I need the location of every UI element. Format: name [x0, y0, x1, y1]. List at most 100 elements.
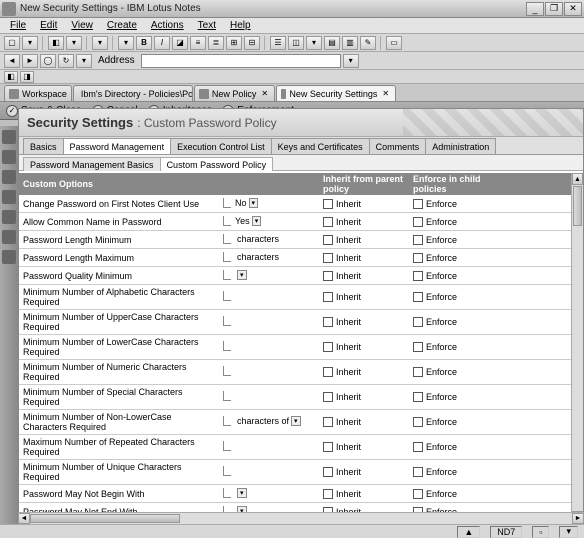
inherit-checkbox[interactable]	[323, 271, 333, 281]
side-icon[interactable]	[2, 190, 16, 204]
small-toolbar-btn[interactable]: ◨	[20, 71, 34, 83]
vertical-scrollbar[interactable]: ▲ ▼	[571, 173, 583, 523]
menu-edit[interactable]: Edit	[34, 20, 63, 31]
toolbar-btn[interactable]: ◪	[172, 36, 188, 50]
tab-workspace[interactable]: Workspace	[4, 85, 72, 101]
tab-new-security-settings[interactable]: New Security Settings ✕	[276, 85, 396, 101]
scroll-left-icon[interactable]: ◄	[18, 513, 30, 524]
enforce-checkbox[interactable]	[413, 271, 423, 281]
enforce-checkbox[interactable]	[413, 342, 423, 352]
inherit-checkbox[interactable]	[323, 442, 333, 452]
menu-view[interactable]: View	[65, 20, 99, 31]
toolbar-btn[interactable]: ▾	[306, 36, 322, 50]
inherit-checkbox[interactable]	[323, 292, 333, 302]
subtab-custom-password-policy[interactable]: Custom Password Policy	[160, 157, 274, 171]
side-icon[interactable]	[2, 170, 16, 184]
nav-stop-icon[interactable]: ◯	[40, 54, 56, 68]
scroll-thumb[interactable]	[573, 186, 582, 226]
tab-new-policy[interactable]: New Policy ✕	[194, 85, 275, 101]
inherit-checkbox[interactable]	[323, 489, 333, 499]
nav-fwd-icon[interactable]: ►	[22, 54, 38, 68]
scroll-right-icon[interactable]: ►	[572, 513, 584, 524]
nav-hist-icon[interactable]: ▾	[76, 54, 92, 68]
toolbar-open-icon[interactable]: ▢	[4, 36, 20, 50]
inherit-checkbox[interactable]	[323, 217, 333, 227]
enforce-checkbox[interactable]	[413, 253, 423, 263]
tab-directory[interactable]: Ibm's Directory - Policies\Polici… ✕	[73, 85, 193, 101]
tab-comments[interactable]: Comments	[369, 138, 427, 154]
toolbar-bold-icon[interactable]: B	[136, 36, 152, 50]
menu-help[interactable]: Help	[224, 20, 257, 31]
side-icon[interactable]	[2, 230, 16, 244]
tab-keys-and-certificates[interactable]: Keys and Certificates	[271, 138, 370, 154]
restore-button[interactable]: ❐	[545, 2, 563, 16]
toolbar-btn[interactable]: ▥	[342, 36, 358, 50]
enforce-checkbox[interactable]	[413, 489, 423, 499]
toolbar-btn[interactable]: ⊞	[226, 36, 242, 50]
side-icon[interactable]	[2, 130, 16, 144]
menu-actions[interactable]: Actions	[145, 20, 190, 31]
toolbar-btn[interactable]: ◧	[48, 36, 64, 50]
dropdown-icon[interactable]: ▾	[252, 216, 262, 226]
inherit-checkbox[interactable]	[323, 392, 333, 402]
tab-close-icon[interactable]: ✕	[380, 89, 391, 98]
menu-file[interactable]: File	[4, 20, 32, 31]
subtab-password-management-basics[interactable]: Password Management Basics	[23, 157, 161, 171]
toolbar-btn[interactable]: ▾	[22, 36, 38, 50]
toolbar-btn[interactable]: ▭	[386, 36, 402, 50]
enforce-checkbox[interactable]	[413, 235, 423, 245]
enforce-checkbox[interactable]	[413, 417, 423, 427]
nav-back-icon[interactable]: ◄	[4, 54, 20, 68]
enforce-checkbox[interactable]	[413, 199, 423, 209]
menu-create[interactable]: Create	[101, 20, 143, 31]
toolbar-btn[interactable]: ◫	[288, 36, 304, 50]
toolbar-btn[interactable]: ⊟	[244, 36, 260, 50]
enforce-checkbox[interactable]	[413, 392, 423, 402]
inherit-checkbox[interactable]	[323, 253, 333, 263]
dropdown-icon[interactable]: ▾	[291, 416, 301, 426]
toolbar-btn[interactable]: ☰	[270, 36, 286, 50]
inherit-checkbox[interactable]	[323, 467, 333, 477]
toolbar-btn[interactable]: ≡	[190, 36, 206, 50]
enforce-checkbox[interactable]	[413, 292, 423, 302]
field-value[interactable]: No	[235, 198, 247, 208]
hscroll-thumb[interactable]	[30, 514, 180, 523]
menu-text[interactable]: Text	[192, 20, 222, 31]
tab-close-icon[interactable]: ✕	[259, 89, 270, 98]
field-value[interactable]: Yes	[235, 216, 250, 226]
dropdown-icon[interactable]: ▾	[249, 198, 259, 208]
toolbar-btn[interactable]: ≣	[208, 36, 224, 50]
side-icon[interactable]	[2, 250, 16, 264]
enforce-checkbox[interactable]	[413, 367, 423, 377]
tab-administration[interactable]: Administration	[425, 138, 496, 154]
inherit-checkbox[interactable]	[323, 317, 333, 327]
horizontal-scrollbar[interactable]: ◄ ►	[18, 512, 584, 524]
toolbar-btn[interactable]: ▾	[66, 36, 82, 50]
inherit-checkbox[interactable]	[323, 199, 333, 209]
enforce-checkbox[interactable]	[413, 442, 423, 452]
toolbar-italic-icon[interactable]: I	[154, 36, 170, 50]
side-icon[interactable]	[2, 210, 16, 224]
address-input[interactable]	[141, 54, 341, 68]
tab-execution-control-list[interactable]: Execution Control List	[170, 138, 272, 154]
toolbar-btn[interactable]: ▾	[92, 36, 108, 50]
toolbar-btn[interactable]: ▾	[118, 36, 134, 50]
address-dropdown-icon[interactable]: ▾	[343, 54, 359, 68]
dropdown-icon[interactable]: ▾	[237, 270, 247, 280]
inherit-checkbox[interactable]	[323, 342, 333, 352]
tab-basics[interactable]: Basics	[23, 138, 64, 154]
close-button[interactable]: ✕	[564, 2, 582, 16]
inherit-checkbox[interactable]	[323, 235, 333, 245]
side-icon[interactable]	[2, 150, 16, 164]
enforce-checkbox[interactable]	[413, 467, 423, 477]
inherit-checkbox[interactable]	[323, 367, 333, 377]
toolbar-btn[interactable]: ✎	[360, 36, 376, 50]
dropdown-icon[interactable]: ▾	[237, 488, 247, 498]
toolbar-btn[interactable]: ▤	[324, 36, 340, 50]
scroll-up-icon[interactable]: ▲	[572, 173, 583, 185]
inherit-checkbox[interactable]	[323, 417, 333, 427]
tab-password-management[interactable]: Password Management	[63, 138, 172, 154]
enforce-checkbox[interactable]	[413, 317, 423, 327]
small-toolbar-btn[interactable]: ◧	[4, 71, 18, 83]
enforce-checkbox[interactable]	[413, 217, 423, 227]
